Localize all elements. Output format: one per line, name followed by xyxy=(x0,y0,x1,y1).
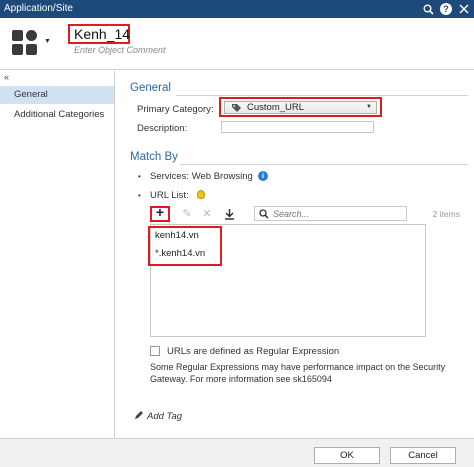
section-divider xyxy=(176,95,468,96)
primary-category-label: Primary Category: xyxy=(137,104,214,115)
description-label: Description: xyxy=(137,123,188,134)
title-bar-icons: ? xyxy=(420,1,472,17)
close-icon[interactable] xyxy=(456,1,472,17)
list-item[interactable]: kenh14.vn xyxy=(155,230,199,241)
bullet: • xyxy=(138,172,141,181)
items-count: 2 items xyxy=(432,209,460,219)
regex-label: URLs are defined as Regular Expression xyxy=(167,346,340,357)
object-header: ▼ Kenh_14 Enter Object Comment xyxy=(0,18,474,70)
object-icon[interactable] xyxy=(12,30,38,56)
chevron-down-icon: ▼ xyxy=(366,104,372,110)
delete-icon[interactable]: ✕ xyxy=(200,206,214,222)
bullet: • xyxy=(138,191,141,200)
url-toolbar: + ✎ ✕ 2 items xyxy=(150,205,460,222)
sidebar-item-label: Additional Categories xyxy=(14,109,105,120)
description-input[interactable] xyxy=(221,121,374,133)
sidebar-item-general[interactable]: General xyxy=(0,86,114,104)
sidebar-item-label: General xyxy=(14,89,48,100)
tag-icon xyxy=(231,103,242,115)
sidebar: « General Additional Categories xyxy=(0,71,115,438)
help-icon[interactable]: ? xyxy=(438,1,454,17)
cancel-button[interactable]: Cancel xyxy=(390,447,456,464)
edit-icon[interactable]: ✎ xyxy=(180,206,194,222)
match-by-section-title: Match By xyxy=(130,151,178,163)
dialog-footer: OK Cancel xyxy=(0,438,474,467)
search-icon[interactable] xyxy=(420,1,436,17)
general-section-title: General xyxy=(130,82,171,94)
section-divider xyxy=(180,164,468,165)
regex-checkbox[interactable] xyxy=(150,346,160,356)
info-icon[interactable]: i xyxy=(258,171,268,181)
bulb-icon[interactable] xyxy=(197,190,205,199)
object-name-field[interactable]: Kenh_14 xyxy=(68,24,130,44)
main-panel: General Primary Category: Custom_URL ▼ D… xyxy=(116,71,474,438)
collapse-sidebar-icon[interactable]: « xyxy=(4,72,9,82)
url-list-label: URL List: xyxy=(150,190,189,201)
services-label: Services: Web Browsing xyxy=(150,171,253,182)
object-comment-field[interactable]: Enter Object Comment xyxy=(74,45,166,55)
regex-note: Some Regular Expressions may have perfor… xyxy=(150,362,446,384)
ok-button[interactable]: OK xyxy=(314,447,380,464)
primary-category-select[interactable]: Custom_URL ▼ xyxy=(224,101,377,114)
import-icon[interactable] xyxy=(222,206,236,222)
url-search-input[interactable] xyxy=(273,208,403,219)
primary-category-highlight: Custom_URL ▼ xyxy=(219,97,382,117)
pencil-icon xyxy=(135,411,143,419)
add-tag-label: Add Tag xyxy=(147,411,183,422)
list-item[interactable]: *.kenh14.vn xyxy=(155,248,205,259)
object-icon-dropdown[interactable]: ▼ xyxy=(44,38,51,45)
sidebar-item-additional-categories[interactable]: Additional Categories xyxy=(0,106,114,124)
search-icon xyxy=(259,207,269,222)
url-search-box[interactable] xyxy=(254,206,407,221)
add-icon[interactable]: + xyxy=(153,205,167,219)
window-title: Application/Site xyxy=(4,3,73,14)
add-button-highlight: + xyxy=(150,205,170,222)
add-tag-link[interactable]: Add Tag xyxy=(134,410,182,422)
title-bar: Application/Site ? xyxy=(0,0,474,18)
primary-category-value: Custom_URL xyxy=(247,102,305,113)
